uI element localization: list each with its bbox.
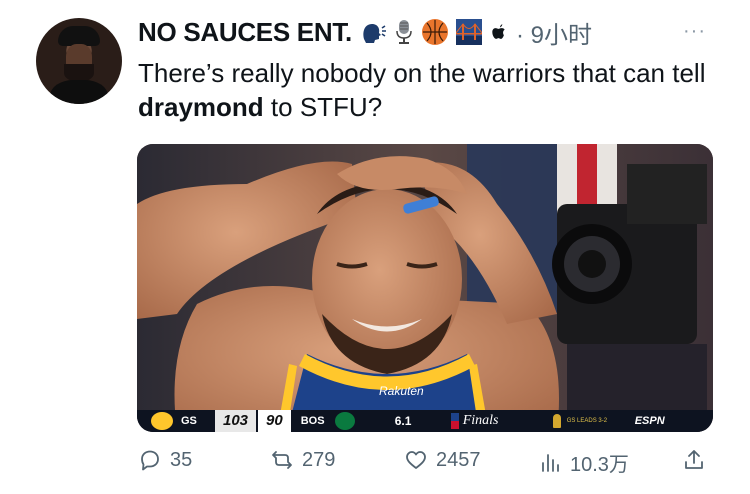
reply-button[interactable]: 35: [138, 448, 192, 472]
like-button[interactable]: 2457: [404, 448, 481, 472]
away-team-abbr: BOS: [300, 415, 325, 427]
tweet-media-image[interactable]: Rakuten GS 103 90 BOS 6.1 Finals GS LEAD…: [137, 144, 713, 432]
game-clock: 6.1: [394, 414, 412, 428]
basketball-emoji-icon: [421, 19, 448, 45]
away-team-score: 90: [258, 410, 291, 432]
tweet-text: There’s really nobody on the warriors th…: [138, 56, 718, 124]
more-options-button[interactable]: ···: [683, 20, 706, 43]
retweet-arrows-icon: [272, 451, 292, 469]
tweet-header: NO SAUCES ENT. · 9小时: [138, 14, 592, 50]
tweet-text-part-1: There’s really nobody on the warriors th…: [138, 58, 706, 88]
avatar-body: [50, 80, 108, 104]
warriors-logo-icon: [151, 412, 173, 430]
apple-logo-icon: [492, 24, 505, 39]
microphone-emoji-icon: [396, 20, 412, 44]
views-button[interactable]: 10.3万: [538, 448, 629, 477]
heart-icon: [406, 451, 426, 469]
reply-count: 35: [170, 448, 193, 471]
scorebug: GS 103 90 BOS 6.1 Finals GS LEADS 3-2 ES…: [137, 410, 713, 432]
like-count: 2457: [436, 448, 481, 471]
tweet-timestamp[interactable]: · 9小时: [516, 15, 592, 50]
bar-chart-icon: [542, 453, 559, 472]
reply-bubble-icon: [141, 450, 159, 471]
tweet-text-mention: draymond: [138, 92, 264, 122]
nba-logo-icon: [450, 413, 459, 429]
series-status: GS LEADS 3-2: [566, 418, 608, 424]
celtics-logo-icon: [334, 412, 355, 430]
retweet-count: 279: [302, 448, 336, 471]
trophy-icon: [552, 414, 561, 428]
media-scene: [137, 144, 713, 432]
view-count: 10.3万: [570, 454, 629, 476]
avatar-hat: [58, 26, 100, 46]
tweet-text-part-2: to STFU?: [263, 92, 383, 122]
author-name[interactable]: NO SAUCES ENT.: [138, 17, 352, 48]
network-logo: ESPN: [634, 415, 665, 427]
home-team-abbr: GS: [181, 415, 197, 427]
retweet-button[interactable]: 279: [270, 448, 335, 472]
jersey-sponsor-label: Rakuten: [379, 384, 424, 398]
speaking-head-emoji-icon: [363, 24, 386, 43]
finals-logo: Finals: [462, 413, 499, 428]
golden-gate-bridge-emoji-icon: [455, 19, 483, 45]
share-button[interactable]: [682, 448, 706, 472]
home-team-score: 103: [215, 410, 257, 432]
tweet-actions-bar: 35 279 2457 10.3万: [138, 448, 718, 482]
author-avatar[interactable]: [36, 18, 122, 104]
share-upload-icon: [685, 450, 703, 469]
